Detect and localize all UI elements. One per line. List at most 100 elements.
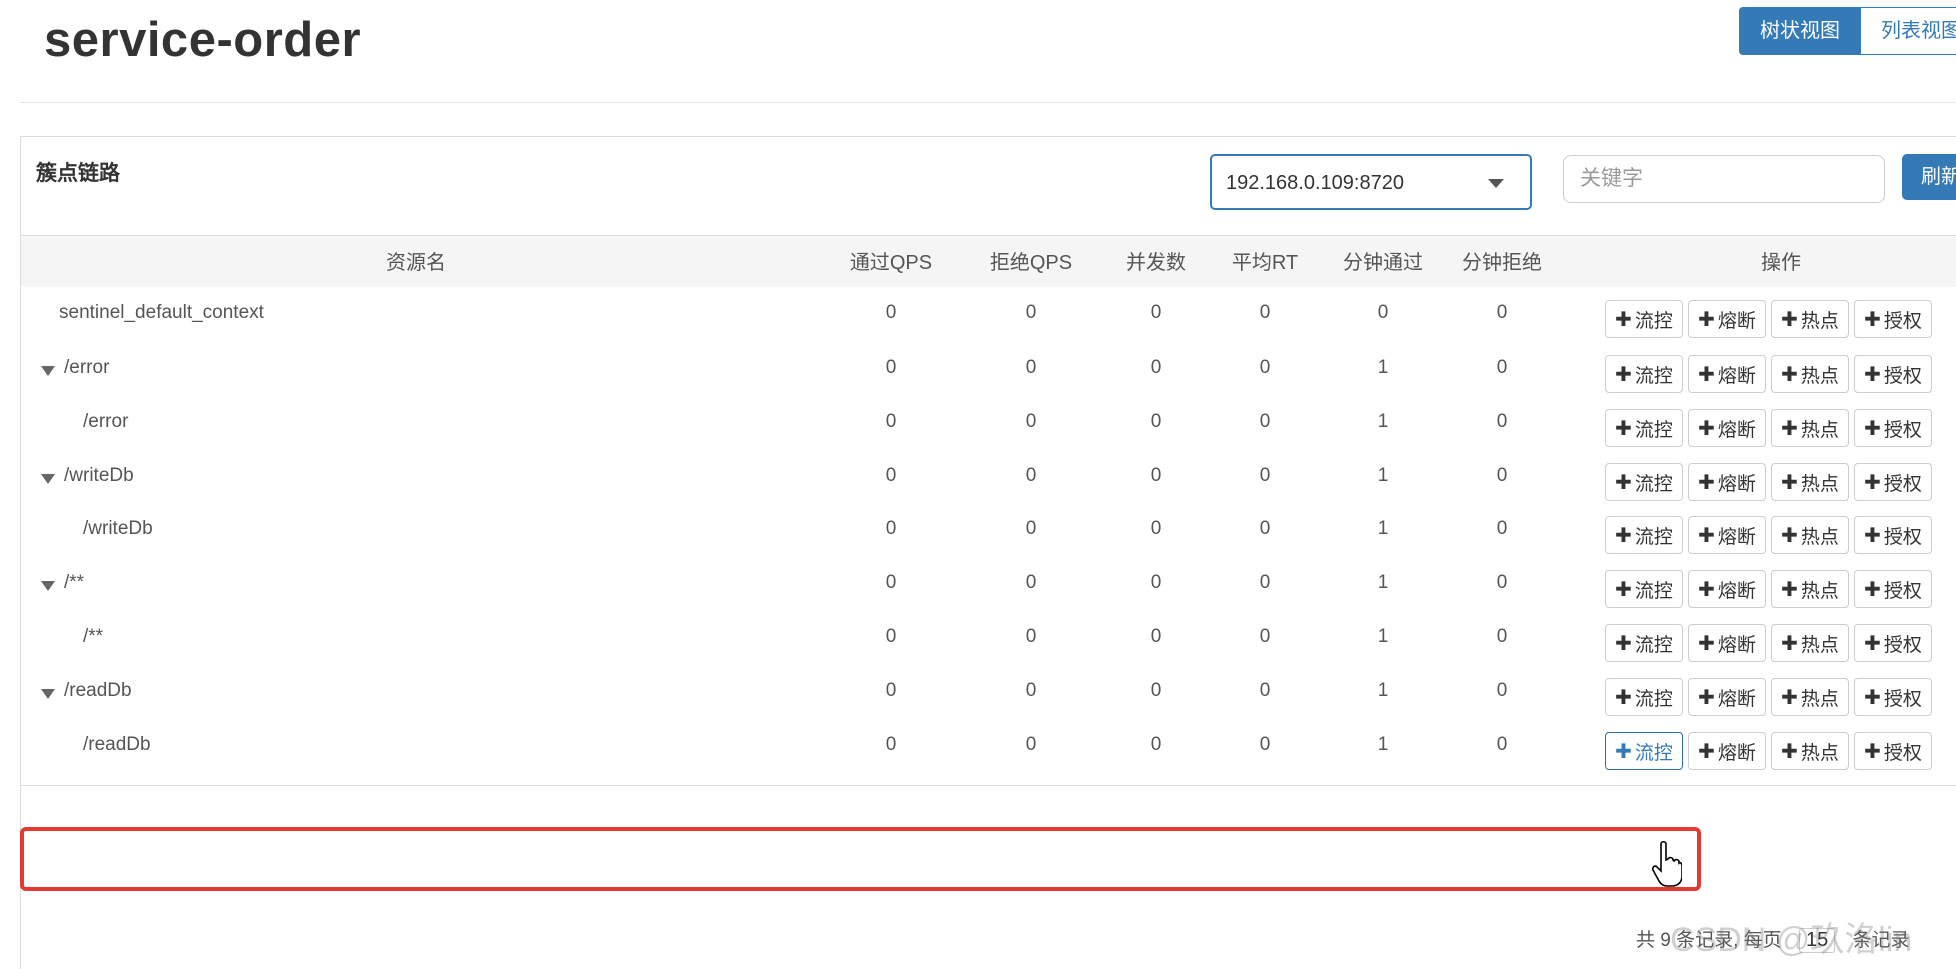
flow-control-button[interactable]: ✚ 流控 bbox=[1605, 409, 1683, 447]
authority-button[interactable]: ✚ 授权 bbox=[1854, 300, 1932, 338]
degrade-button[interactable]: ✚ 熔断 bbox=[1688, 300, 1766, 338]
degrade-button[interactable]: ✚ 熔断 bbox=[1688, 516, 1766, 554]
authority-button[interactable]: ✚ 授权 bbox=[1854, 409, 1932, 447]
degrade-button[interactable]: ✚ 熔断 bbox=[1688, 409, 1766, 447]
block-qps-cell: 0 bbox=[1025, 680, 1037, 701]
expand-triangle-icon[interactable] bbox=[41, 366, 55, 376]
flow-control-button[interactable]: ✚ 流控 bbox=[1605, 300, 1683, 338]
op-button-label: 热点 bbox=[1800, 580, 1839, 602]
flow-control-button[interactable]: ✚ 流控 bbox=[1605, 678, 1683, 716]
avg-rt-cell: 0 bbox=[1259, 411, 1271, 432]
plus-icon: ✚ bbox=[1781, 524, 1798, 547]
minute-block-cell: 0 bbox=[1496, 680, 1508, 701]
minute-block-cell: 0 bbox=[1496, 572, 1508, 593]
degrade-button[interactable]: ✚ 熔断 bbox=[1688, 570, 1766, 608]
expand-triangle-icon[interactable] bbox=[41, 581, 55, 591]
block-qps-cell: 0 bbox=[1025, 465, 1037, 486]
degrade-button[interactable]: ✚ 熔断 bbox=[1688, 624, 1766, 662]
flow-control-button[interactable]: ✚ 流控 bbox=[1605, 732, 1683, 770]
avg-rt-cell: 0 bbox=[1259, 734, 1271, 755]
concurrency-cell: 0 bbox=[1150, 626, 1162, 647]
authority-button[interactable]: ✚ 授权 bbox=[1854, 355, 1932, 393]
page-size-value[interactable]: 15 bbox=[1798, 928, 1836, 953]
flow-control-button[interactable]: ✚ 流控 bbox=[1605, 355, 1683, 393]
hotspot-button[interactable]: ✚ 热点 bbox=[1771, 732, 1849, 770]
refresh-button[interactable]: 刷新 bbox=[1902, 154, 1956, 200]
minute-block-cell: 0 bbox=[1496, 357, 1508, 378]
resource-name-cell: /writeDb bbox=[64, 465, 134, 486]
hotspot-button[interactable]: ✚ 热点 bbox=[1771, 570, 1849, 608]
authority-button[interactable]: ✚ 授权 bbox=[1854, 678, 1932, 716]
plus-icon: ✚ bbox=[1781, 417, 1798, 440]
plus-icon: ✚ bbox=[1698, 471, 1715, 494]
degrade-button[interactable]: ✚ 熔断 bbox=[1688, 732, 1766, 770]
op-button-label: 授权 bbox=[1883, 310, 1922, 332]
op-button-label: 熔断 bbox=[1717, 580, 1756, 602]
degrade-button[interactable]: ✚ 熔断 bbox=[1688, 463, 1766, 501]
flow-control-button[interactable]: ✚ 流控 bbox=[1605, 516, 1683, 554]
col-concurrency: 并发数 bbox=[1126, 252, 1186, 274]
plus-icon: ✚ bbox=[1698, 417, 1715, 440]
keyword-search-input[interactable] bbox=[1563, 155, 1885, 203]
row-operations: ✚ 流控 ✚ 熔断 ✚ 热点 ✚ 授权 bbox=[1605, 300, 1937, 338]
panel-title: 簇点链路 bbox=[36, 162, 120, 185]
minute-pass-cell: 1 bbox=[1377, 572, 1389, 593]
op-button-label: 熔断 bbox=[1717, 419, 1756, 441]
hotspot-button[interactable]: ✚ 热点 bbox=[1771, 678, 1849, 716]
col-avg-rt: 平均RT bbox=[1231, 252, 1299, 274]
row-operations: ✚ 流控 ✚ 熔断 ✚ 热点 ✚ 授权 bbox=[1605, 678, 1937, 716]
block-qps-cell: 0 bbox=[1025, 572, 1037, 593]
op-button-label: 热点 bbox=[1800, 634, 1839, 656]
plus-icon: ✚ bbox=[1615, 632, 1632, 655]
block-qps-cell: 0 bbox=[1025, 411, 1037, 432]
flow-control-button[interactable]: ✚ 流控 bbox=[1605, 624, 1683, 662]
authority-button[interactable]: ✚ 授权 bbox=[1854, 463, 1932, 501]
authority-button[interactable]: ✚ 授权 bbox=[1854, 570, 1932, 608]
hotspot-button[interactable]: ✚ 热点 bbox=[1771, 624, 1849, 662]
row-operations: ✚ 流控 ✚ 熔断 ✚ 热点 ✚ 授权 bbox=[1605, 463, 1937, 501]
hotspot-button[interactable]: ✚ 热点 bbox=[1771, 516, 1849, 554]
hotspot-button[interactable]: ✚ 热点 bbox=[1771, 300, 1849, 338]
op-button-label: 授权 bbox=[1883, 580, 1922, 602]
plus-icon: ✚ bbox=[1781, 578, 1798, 601]
minute-block-cell: 0 bbox=[1496, 626, 1508, 647]
avg-rt-cell: 0 bbox=[1259, 302, 1271, 323]
hotspot-button[interactable]: ✚ 热点 bbox=[1771, 463, 1849, 501]
pass-qps-cell: 0 bbox=[885, 302, 897, 323]
authority-button[interactable]: ✚ 授权 bbox=[1854, 624, 1932, 662]
machine-select[interactable]: 192.168.0.109:8720 bbox=[1210, 154, 1532, 210]
hotspot-button[interactable]: ✚ 热点 bbox=[1771, 409, 1849, 447]
degrade-button[interactable]: ✚ 熔断 bbox=[1688, 355, 1766, 393]
op-button-label: 熔断 bbox=[1717, 688, 1756, 710]
flow-control-button[interactable]: ✚ 流控 bbox=[1605, 463, 1683, 501]
minute-pass-cell: 1 bbox=[1377, 357, 1389, 378]
authority-button[interactable]: ✚ 授权 bbox=[1854, 732, 1932, 770]
expand-triangle-icon[interactable] bbox=[41, 474, 55, 484]
op-button-label: 授权 bbox=[1883, 742, 1922, 764]
col-operations: 操作 bbox=[1761, 252, 1801, 274]
degrade-button[interactable]: ✚ 熔断 bbox=[1688, 678, 1766, 716]
plus-icon: ✚ bbox=[1864, 308, 1881, 331]
minute-pass-cell: 0 bbox=[1377, 302, 1389, 323]
tree-view-button[interactable]: 树状视图 bbox=[1739, 7, 1861, 55]
op-button-label: 授权 bbox=[1883, 365, 1922, 387]
plus-icon: ✚ bbox=[1698, 308, 1715, 331]
resource-name-cell: /writeDb bbox=[83, 518, 153, 539]
authority-button[interactable]: ✚ 授权 bbox=[1854, 516, 1932, 554]
op-button-label: 热点 bbox=[1800, 310, 1839, 332]
list-view-button[interactable]: 列表视图 bbox=[1861, 7, 1956, 55]
flow-control-button[interactable]: ✚ 流控 bbox=[1605, 570, 1683, 608]
plus-icon: ✚ bbox=[1698, 740, 1715, 763]
plus-icon: ✚ bbox=[1864, 417, 1881, 440]
plus-icon: ✚ bbox=[1864, 686, 1881, 709]
op-button-label: 流控 bbox=[1634, 419, 1673, 441]
hotspot-button[interactable]: ✚ 热点 bbox=[1771, 355, 1849, 393]
page-title: service-order bbox=[44, 13, 362, 67]
avg-rt-cell: 0 bbox=[1259, 572, 1271, 593]
avg-rt-cell: 0 bbox=[1259, 626, 1271, 647]
plus-icon: ✚ bbox=[1781, 686, 1798, 709]
op-button-label: 流控 bbox=[1634, 688, 1673, 710]
total-records-text: 共 9 条记录, 每页 bbox=[1636, 930, 1782, 951]
op-button-label: 授权 bbox=[1883, 688, 1922, 710]
expand-triangle-icon[interactable] bbox=[41, 689, 55, 699]
